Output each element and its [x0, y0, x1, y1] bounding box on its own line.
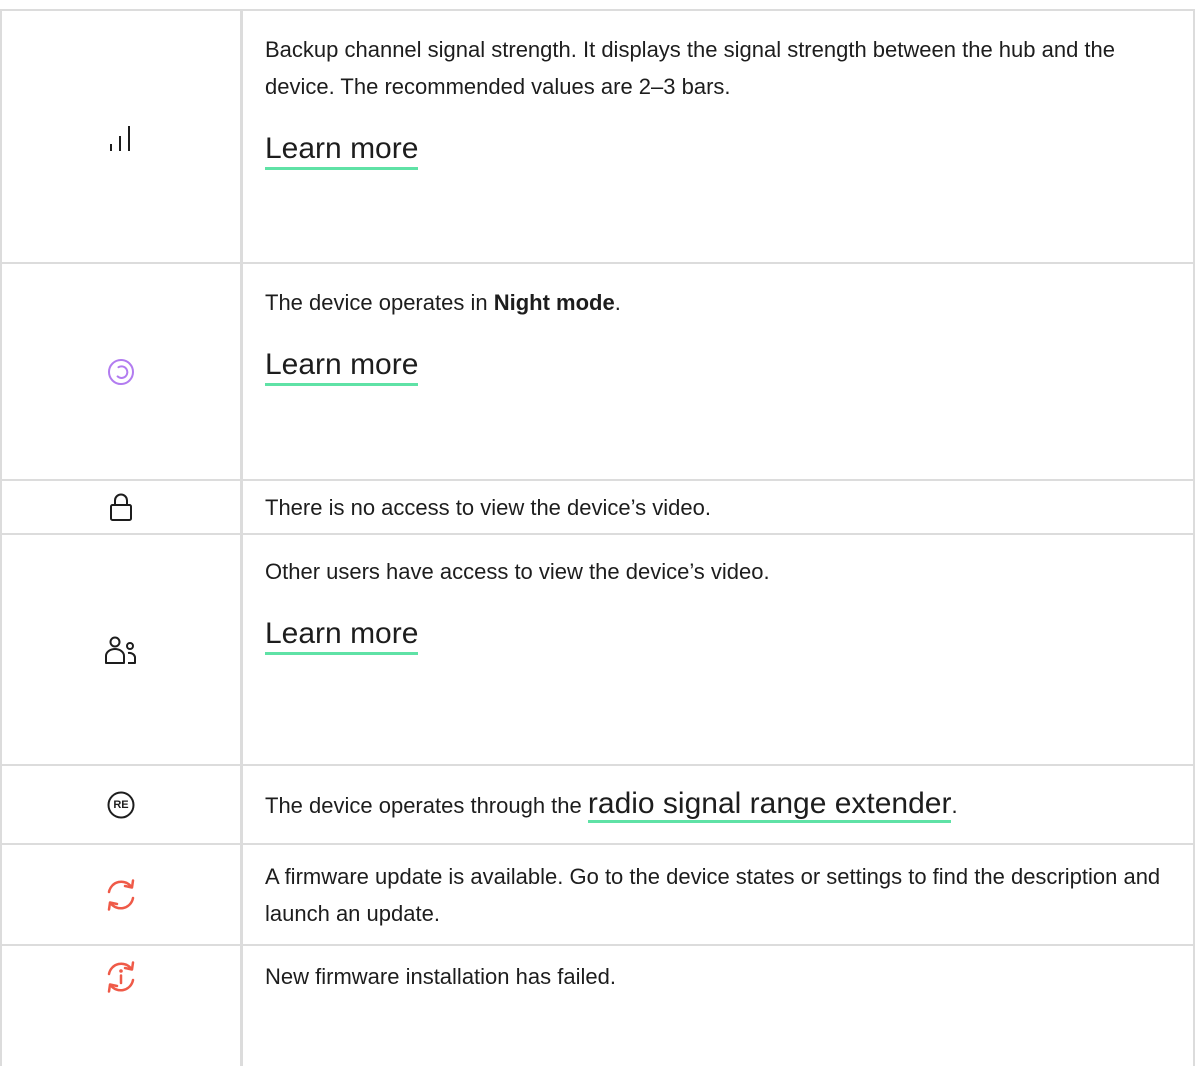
table-row: Other users have access to view the devi…: [0, 535, 1195, 766]
icon-cell: [0, 535, 243, 764]
row-description: The device operates in Night mode.: [265, 284, 1173, 321]
description-cell: New firmware installation has failed.: [243, 946, 1195, 1066]
table-row: There is no access to view the device’s …: [0, 481, 1195, 535]
icon-cell: [0, 11, 243, 262]
text-after: .: [951, 793, 958, 818]
row-description: A firmware update is available. Go to th…: [265, 863, 1161, 926]
text-before: The device operates through the: [265, 793, 588, 818]
row-description: There is no access to view the device’s …: [265, 494, 711, 520]
users-icon: [104, 635, 138, 665]
table-row: New firmware installation has failed.: [0, 946, 1195, 1066]
row-description: New firmware installation has failed.: [265, 964, 616, 989]
lock-icon: [108, 492, 134, 522]
icon-cell: [0, 264, 243, 479]
learn-more-link[interactable]: Learn more: [265, 131, 419, 170]
range-extender-link[interactable]: radio signal range extender: [587, 787, 952, 823]
firmware-update-icon: [104, 878, 138, 912]
icon-cell: [0, 481, 243, 533]
description-cell: Backup channel signal strength. It displ…: [243, 11, 1195, 262]
row-description: Backup channel signal strength. It displ…: [265, 37, 1116, 99]
firmware-failed-icon: [104, 960, 138, 994]
range-extender-icon-label: RE: [113, 798, 129, 811]
text-after: .: [614, 290, 621, 315]
range-extender-icon: RE: [106, 790, 136, 820]
description-cell: Other users have access to view the devi…: [243, 535, 1195, 764]
table-row: Backup channel signal strength. It displ…: [0, 11, 1195, 264]
icons-table: Backup channel signal strength. It displ…: [0, 9, 1195, 1066]
signal-bars-icon: [106, 122, 136, 152]
text-before: The device operates in: [265, 290, 494, 315]
night-mode-bold: Night mode: [493, 290, 615, 315]
table-row: The device operates in Night mode. Learn…: [0, 264, 1195, 481]
table-row: A firmware update is available. Go to th…: [0, 845, 1195, 946]
icon-cell: [0, 946, 243, 1066]
row-description: The device operates through the radio si…: [265, 785, 1173, 824]
night-mode-icon: [106, 357, 136, 387]
icon-cell: [0, 845, 243, 944]
table-row: RE The device operates through the radio…: [0, 766, 1195, 845]
icon-cell: RE: [0, 766, 243, 843]
learn-more-link[interactable]: Learn more: [265, 347, 419, 386]
description-cell: The device operates through the radio si…: [243, 766, 1195, 843]
learn-more-link[interactable]: Learn more: [265, 616, 419, 655]
description-cell: The device operates in Night mode. Learn…: [243, 264, 1195, 479]
row-description: Other users have access to view the devi…: [265, 559, 770, 584]
description-cell: There is no access to view the device’s …: [243, 481, 1195, 533]
description-cell: A firmware update is available. Go to th…: [243, 845, 1195, 944]
